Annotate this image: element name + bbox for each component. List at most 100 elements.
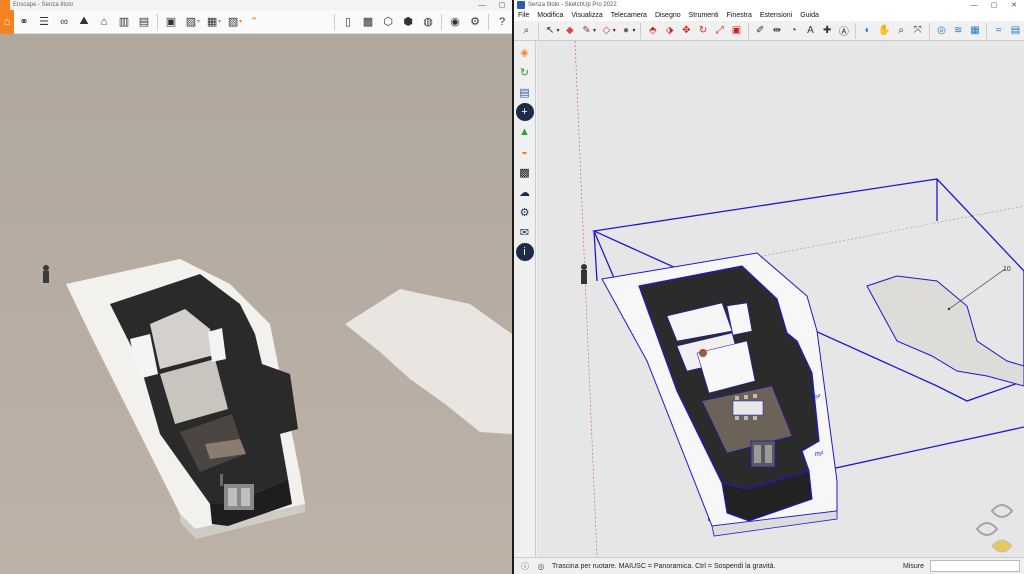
menu-visualizza[interactable]: Visualizza bbox=[571, 12, 602, 19]
axes-icon[interactable]: ✚ bbox=[819, 22, 836, 39]
help-icon[interactable]: ? bbox=[492, 12, 512, 32]
close-button[interactable]: ✕ bbox=[1004, 1, 1024, 9]
toolbar-separator bbox=[929, 22, 931, 39]
offset-icon[interactable]: ▣ bbox=[728, 22, 745, 39]
protractor-icon[interactable]: ◔ bbox=[785, 22, 802, 39]
dining-table bbox=[732, 400, 764, 416]
terrain-icon[interactable]: ▦ bbox=[967, 22, 984, 39]
enscape-title: Enscape - Senza titolo bbox=[13, 2, 74, 8]
sketchup-toolbar: ⌕ ↖ ▾ ◆ ✎ ▾ ◇ ▾ ● ▾ ⬘ ⬗ ✥ ↻ ⤢ ▣ ✐ ⇹ ◔ A … bbox=[514, 21, 1024, 41]
menu-telecamera[interactable]: Telecamera bbox=[611, 12, 647, 19]
extension-warehouse-icon[interactable]: ▤ bbox=[1007, 22, 1024, 39]
sandbox-icon[interactable]: ≋ bbox=[950, 22, 967, 39]
scale-icon[interactable]: ⤢ bbox=[711, 22, 728, 39]
sketchup-title: Senza titolo - SketchUp Pro 2022 bbox=[528, 2, 617, 8]
minimize-button[interactable]: — bbox=[964, 2, 984, 9]
mail-icon[interactable]: ✉ bbox=[516, 223, 534, 241]
person-figure bbox=[43, 265, 49, 283]
visual-settings-icon[interactable]: ◉ bbox=[445, 12, 465, 32]
chevron-down-icon[interactable]: ▾ bbox=[632, 27, 635, 34]
sync-icon[interactable]: ↻ bbox=[516, 63, 534, 81]
sun-icon[interactable]: ◒ bbox=[516, 143, 534, 161]
binoculars-icon[interactable]: ∞ bbox=[54, 12, 74, 32]
orbit-icon[interactable]: ◐ bbox=[859, 22, 876, 39]
checkerboard-icon[interactable]: ▩ bbox=[516, 163, 534, 181]
geolocation-icon[interactable]: ◎ bbox=[933, 22, 950, 39]
toolbar-separator bbox=[747, 22, 749, 39]
toolbar-separator bbox=[986, 22, 988, 39]
dimension-icon[interactable]: ⇹ bbox=[769, 22, 786, 39]
settings-icon[interactable]: ⚙ bbox=[465, 12, 485, 32]
geolocation-status-icon[interactable]: ◎ bbox=[536, 562, 546, 571]
home-icon[interactable]: ⌂ bbox=[0, 9, 14, 34]
menu-modifica[interactable]: Modifica bbox=[537, 12, 563, 19]
sketchup-model-viewport[interactable]: 10 m² m² bbox=[537, 41, 1024, 557]
zoom-icon[interactable]: ⌕ bbox=[893, 22, 910, 39]
clapper-icon[interactable]: ▤ bbox=[134, 12, 154, 32]
enscape-render-viewport[interactable] bbox=[0, 34, 512, 574]
dimension-label: 10 bbox=[1003, 266, 1011, 273]
materials-icon[interactable]: ⬢ bbox=[398, 12, 418, 32]
cube-icon[interactable]: ⬡ bbox=[378, 12, 398, 32]
books-icon[interactable]: ▥ bbox=[114, 12, 134, 32]
follow-me-icon[interactable]: ⬗ bbox=[661, 22, 678, 39]
video-editor-icon[interactable]: ▩ bbox=[358, 12, 378, 32]
tree-icon[interactable]: ▲ bbox=[516, 123, 534, 141]
menu-finestra[interactable]: Finestra bbox=[727, 12, 752, 19]
window-pane bbox=[228, 488, 237, 506]
info-circle-icon[interactable]: ⓘ bbox=[520, 561, 530, 572]
window-pane bbox=[754, 445, 761, 463]
collapse-icon[interactable]: ⌃ bbox=[244, 12, 264, 32]
menu-file[interactable]: File bbox=[518, 12, 529, 19]
zoom-extents-icon[interactable]: ⤧ bbox=[909, 22, 926, 39]
chevron-down-icon[interactable]: ▾ bbox=[239, 18, 242, 25]
person-figure bbox=[581, 264, 587, 284]
3d-text-icon[interactable]: Ⓐ bbox=[836, 22, 853, 39]
move-icon[interactable]: ✥ bbox=[678, 22, 695, 39]
menu-strumenti[interactable]: Strumenti bbox=[689, 12, 719, 19]
text-icon[interactable]: A bbox=[802, 22, 819, 39]
toolbar-separator bbox=[441, 13, 442, 30]
panorama-icon[interactable]: ⌂ bbox=[94, 12, 114, 32]
enscape-side-toolbar: ◈ ↻ ▤ + ▲ ◒ ▩ ☁ ⚙ ✉ i bbox=[514, 41, 536, 557]
settings-icon[interactable]: ⚙ bbox=[516, 203, 534, 221]
eraser-icon[interactable]: ◆ bbox=[561, 22, 578, 39]
chevron-down-icon[interactable]: ▾ bbox=[218, 18, 221, 25]
window-pane bbox=[241, 488, 250, 506]
search-icon[interactable]: ⌕ bbox=[518, 22, 535, 39]
status-message: Trascina per ruotare. MAIUSC = Panoramic… bbox=[552, 562, 776, 570]
mountain-icon[interactable]: ⛰ bbox=[74, 12, 94, 32]
rotate-icon[interactable]: ↻ bbox=[695, 22, 712, 39]
toolbar-separator bbox=[537, 22, 539, 39]
chevron-down-icon[interactable]: ▾ bbox=[197, 18, 200, 25]
chevron-down-icon[interactable]: ▾ bbox=[593, 27, 596, 34]
link-icon[interactable]: ⚭ bbox=[14, 12, 34, 32]
add-asset-icon[interactable]: + bbox=[515, 103, 534, 121]
sync-views-icon[interactable]: ▤ bbox=[516, 83, 534, 101]
cloud-upload-icon[interactable]: ☁ bbox=[516, 183, 534, 201]
extension-icon[interactable]: ≈ bbox=[990, 22, 1007, 39]
sketchup-title-bar[interactable]: Senza titolo - SketchUp Pro 2022 — ▢ ✕ bbox=[514, 0, 1024, 10]
tape-measure-icon[interactable]: ✐ bbox=[752, 22, 769, 39]
map-icon[interactable]: ▯ bbox=[338, 12, 358, 32]
render-icon[interactable]: ▣ bbox=[161, 12, 181, 32]
view-management-icon[interactable]: ◍ bbox=[418, 12, 438, 32]
enscape-title-bar[interactable]: Enscape - Senza titolo — ▢ bbox=[0, 0, 512, 10]
enscape-start-icon[interactable]: ◈ bbox=[516, 43, 534, 61]
list-icon[interactable]: ☰ bbox=[34, 12, 54, 32]
menu-estensioni[interactable]: Estensioni bbox=[760, 12, 792, 19]
info-icon[interactable]: i bbox=[515, 243, 534, 261]
dimension-point bbox=[947, 307, 951, 311]
chevron-down-icon[interactable]: ▾ bbox=[556, 27, 559, 34]
window-pane bbox=[765, 445, 772, 463]
maximize-button[interactable]: ▢ bbox=[492, 1, 512, 9]
screen: Enscape - Senza titolo — ▢ ⌂ ⚭ ☰ ∞ ⛰ ⌂ ▥… bbox=[0, 0, 1024, 574]
maximize-button[interactable]: ▢ bbox=[984, 1, 1004, 9]
menu-disegno[interactable]: Disegno bbox=[655, 12, 681, 19]
menu-guida[interactable]: Guida bbox=[800, 12, 819, 19]
push-pull-icon[interactable]: ⬘ bbox=[644, 22, 661, 39]
chevron-down-icon[interactable]: ▾ bbox=[613, 27, 616, 34]
minimize-button[interactable]: — bbox=[472, 2, 492, 9]
pan-icon[interactable]: ✋ bbox=[876, 22, 893, 39]
measurements-input[interactable] bbox=[930, 560, 1020, 572]
